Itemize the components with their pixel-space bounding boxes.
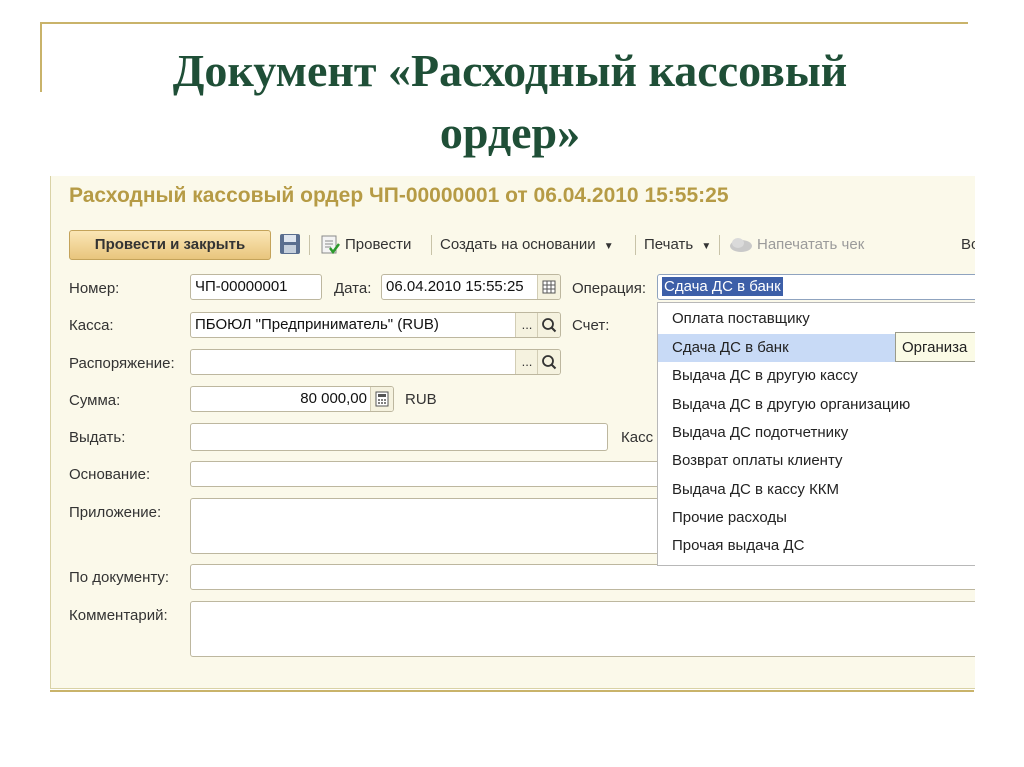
date-field[interactable]: 06.04.2010 15:55:25 — [381, 274, 561, 300]
slide-frame-top-line — [40, 22, 968, 24]
currency-label: RUB — [405, 391, 437, 408]
order-field[interactable]: ... — [190, 349, 561, 375]
slide-title-line2: ордер» — [439, 107, 581, 158]
by-document-field[interactable] — [190, 564, 975, 590]
save-button[interactable] — [279, 233, 301, 257]
print-label: Печать — [644, 236, 694, 253]
search-icon[interactable] — [537, 350, 560, 374]
slide-frame-bottom-line — [50, 690, 974, 692]
amount-label: Сумма: — [69, 392, 121, 409]
floppy-disk-icon — [280, 234, 300, 254]
print-receipt-button[interactable]: Напечатать чек — [729, 230, 864, 260]
print-receipt-label: Напечатать чек — [757, 236, 865, 253]
post-icon — [319, 234, 341, 256]
calendar-icon[interactable] — [537, 275, 560, 299]
dropdown-arrow-icon: ▼ — [701, 241, 712, 252]
by-document-label: По документу: — [69, 569, 170, 586]
dropdown-arrow-icon: ▼ — [603, 241, 614, 252]
cashbox-label: Касса: — [69, 317, 114, 334]
print-button[interactable]: Печать ▼ — [644, 230, 711, 260]
calculator-icon[interactable] — [370, 387, 393, 411]
create-based-on-button[interactable]: Создать на основании ▼ — [440, 230, 614, 260]
dropdown-item[interactable]: Возврат оплаты клиенту — [658, 447, 975, 475]
receipt-printer-icon — [729, 236, 753, 254]
order-select-button[interactable]: ... — [515, 350, 538, 374]
date-label: Дата: — [334, 280, 372, 297]
dropdown-item[interactable]: Оплата поставщику — [658, 305, 975, 333]
dropdown-item[interactable]: Выдача ДС в кассу ККМ — [658, 476, 975, 504]
comment-field[interactable] — [190, 601, 975, 657]
cashbox-field[interactable]: ПБОЮЛ "Предприниматель" (RUB) ... — [190, 312, 561, 338]
number-field[interactable]: ЧП-00000001 — [190, 274, 322, 300]
dropdown-item[interactable]: Прочие расходы — [658, 504, 975, 532]
dropdown-item[interactable]: Выдача ДС в другую кассу — [658, 362, 975, 390]
slide-title: Документ «Расходный кассовый ордер» — [90, 40, 930, 164]
comment-label: Комментарий: — [69, 607, 168, 624]
operation-field[interactable]: Сдача ДС в банк — [657, 274, 975, 300]
document-window: Расходный кассовый ордер ЧП-00000001 от … — [50, 176, 975, 689]
attachment-label: Приложение: — [69, 504, 162, 521]
slide-frame-left-line — [40, 22, 42, 92]
cashbox-select-button[interactable]: ... — [515, 313, 538, 337]
post-button-label: Провести — [345, 236, 412, 253]
issue-label: Выдать: — [69, 429, 126, 446]
amount-value: 80 000,00 — [300, 390, 367, 407]
toolbar-separator — [309, 235, 310, 255]
basis-label: Основание: — [69, 466, 151, 483]
create-based-on-label: Создать на основании — [440, 236, 596, 253]
date-value: 06.04.2010 15:55:25 — [386, 278, 524, 295]
post-and-close-button[interactable]: Провести и закрыть — [69, 230, 271, 260]
post-button[interactable]: Провести — [319, 230, 411, 260]
operation-value: Сдача ДС в банк — [662, 277, 783, 296]
tooltip: Организа — [895, 332, 975, 362]
window-title: Расходный кассовый ордер ЧП-00000001 от … — [69, 184, 729, 207]
number-label: Номер: — [69, 280, 120, 297]
account-label: Счет: — [572, 317, 610, 334]
issue-field[interactable] — [190, 423, 608, 451]
operation-label: Операция: — [572, 280, 647, 297]
toolbar-separator — [719, 235, 720, 255]
toolbar: Провести и закрыть Провести Создать на о… — [69, 230, 975, 260]
search-icon[interactable] — [537, 313, 560, 337]
dropdown-item[interactable]: Выдача ДС подотчетнику — [658, 419, 975, 447]
amount-field[interactable]: 80 000,00 — [190, 386, 394, 412]
slide-title-line1: Документ «Расходный кассовый — [172, 45, 848, 96]
order-label: Распоряжение: — [69, 355, 175, 372]
more-actions-button[interactable]: Во — [961, 230, 975, 260]
toolbar-separator — [431, 235, 432, 255]
toolbar-separator — [635, 235, 636, 255]
dropdown-item[interactable]: Прочая выдача ДС — [658, 532, 975, 560]
dropdown-item[interactable]: Выдача ДС в другую организацию — [658, 391, 975, 419]
cashbox-value: ПБОЮЛ "Предприниматель" (RUB) — [195, 316, 439, 333]
cashier-label: Касс — [621, 429, 654, 446]
